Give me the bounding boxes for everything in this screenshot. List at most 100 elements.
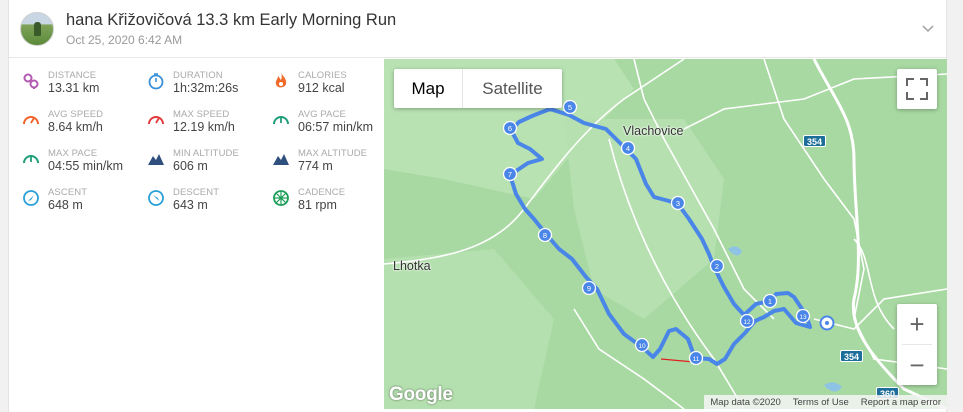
route-marker-label: 3 — [676, 199, 680, 208]
route-marker-label: 13 — [799, 314, 807, 321]
stat-avg-speed: AVG SPEED 8.64 km/h — [22, 109, 142, 145]
descent-compass-icon — [148, 190, 164, 206]
route-marker[interactable]: 8 — [537, 227, 553, 243]
mountain-icon — [148, 154, 164, 165]
fullscreen-button[interactable] — [897, 69, 937, 109]
stats-panel: DISTANCE 13.31 km DURATION 1h:32m:26s CALORI… — [9, 59, 384, 412]
speedometer-icon — [148, 116, 164, 125]
fullscreen-icon — [906, 78, 928, 100]
zoom-in-button[interactable]: + — [897, 304, 937, 344]
route-marker[interactable]: 10 — [634, 337, 650, 353]
flame-icon — [275, 73, 287, 88]
route-marker[interactable]: 2 — [709, 258, 725, 274]
stat-value: 04:55 min/km — [48, 159, 124, 173]
pace-gauge-icon — [23, 155, 39, 164]
mountain-icon — [273, 154, 289, 165]
activity-title: hana Křižovičová 13.3 km Early Morning R… — [66, 11, 396, 30]
activity-name: 13.3 km Early Morning Run — [196, 11, 397, 29]
stat-label: MAX ALTITUDE — [298, 148, 368, 159]
place-label: Vlachovice — [623, 124, 684, 138]
pace-gauge-icon — [273, 116, 289, 125]
cadence-wheel-icon — [273, 190, 289, 206]
route-marker[interactable]: 4 — [620, 140, 636, 156]
route-marker-label: 5 — [568, 103, 572, 112]
stat-value: 06:57 min/km — [298, 120, 374, 134]
route-marker-label: 4 — [626, 144, 630, 153]
stat-value: 12.19 km/h — [173, 120, 235, 134]
stat-label: CALORIES — [298, 70, 347, 81]
route-marker[interactable]: 11 — [688, 350, 704, 366]
route-marker-label: 10 — [638, 343, 646, 350]
distance-icon — [23, 73, 39, 89]
zoom-control: + − — [897, 304, 937, 385]
avatar-figure — [34, 22, 41, 36]
road-number: 354 — [840, 350, 864, 362]
stat-max-pace: MAX PACE 04:55 min/km — [22, 148, 142, 184]
map-attribution: Map data ©2020 Terms of Use Report a map… — [704, 395, 947, 409]
route-marker[interactable]: 12 — [739, 313, 755, 329]
route-marker[interactable]: 6 — [502, 120, 518, 136]
stat-label: CADENCE — [298, 187, 346, 198]
speedometer-icon — [23, 116, 39, 125]
route-marker[interactable]: 7 — [502, 166, 518, 182]
route-marker-label: 9 — [587, 284, 591, 293]
stat-value: 643 m — [173, 198, 208, 212]
stat-value: 1h:32m:26s — [173, 81, 239, 95]
athlete-name[interactable]: hana Křižovičová — [66, 11, 192, 29]
map-type-switch: Map Satellite — [394, 69, 562, 108]
stat-value: 774 m — [298, 159, 333, 173]
stat-label: AVG PACE — [298, 109, 346, 120]
ascent-compass-icon — [23, 190, 39, 206]
stat-duration: DURATION 1h:32m:26s — [147, 70, 267, 106]
stat-label: MIN ALTITUDE — [173, 148, 239, 159]
stat-label: DURATION — [173, 70, 223, 81]
map-data-label: Map data ©2020 — [710, 396, 781, 408]
stat-value: 8.64 km/h — [48, 120, 103, 134]
route-marker-label: 1 — [768, 297, 772, 306]
route-marker[interactable]: 1 — [762, 293, 778, 309]
place-label: Lhotka — [393, 259, 431, 273]
stat-value: 606 m — [173, 159, 208, 173]
route-marker[interactable]: 13 — [795, 308, 811, 324]
stat-avg-pace: AVG PACE 06:57 min/km — [272, 109, 392, 145]
activity-date: Oct 25, 2020 6:42 AM — [66, 33, 183, 47]
chevron-down-icon[interactable] — [920, 20, 936, 36]
activity-header[interactable]: hana Křižovičová 13.3 km Early Morning R… — [9, 0, 948, 58]
stat-descent: DESCENT 643 m — [147, 187, 267, 223]
activity-card: hana Křižovičová 13.3 km Early Morning R… — [8, 0, 948, 412]
terms-link[interactable]: Terms of Use — [787, 397, 855, 408]
stat-max-altitude: MAX ALTITUDE 774 m — [272, 148, 392, 184]
stat-label: ASCENT — [48, 187, 88, 198]
stat-ascent: ASCENT 648 m — [22, 187, 142, 223]
stat-label: DISTANCE — [48, 70, 97, 81]
stat-value: 912 kcal — [298, 81, 345, 95]
route-marker[interactable]: 3 — [670, 195, 686, 211]
stat-label: MAX SPEED — [173, 109, 230, 120]
report-error-link[interactable]: Report a map error — [855, 397, 947, 408]
stopwatch-icon — [148, 73, 164, 90]
route-marker-label: 6 — [508, 124, 512, 133]
athlete-avatar[interactable] — [20, 12, 54, 46]
stat-value: 81 rpm — [298, 198, 337, 212]
tab-map[interactable]: Map — [394, 69, 463, 108]
route-marker-label: 7 — [508, 170, 512, 179]
stat-value: 648 m — [48, 198, 83, 212]
route-marker[interactable]: 5 — [562, 99, 578, 115]
zoom-out-button[interactable]: − — [897, 345, 937, 385]
route-marker-label: 11 — [693, 356, 700, 363]
route-marker[interactable]: 9 — [581, 280, 597, 296]
stat-calories: CALORIES 912 kcal — [272, 70, 392, 106]
stat-distance: DISTANCE 13.31 km — [22, 70, 142, 106]
google-logo[interactable]: Google — [389, 384, 453, 406]
road-number: 354 — [803, 135, 827, 147]
tab-satellite[interactable]: Satellite — [463, 69, 562, 108]
finish-pin-icon[interactable] — [819, 315, 835, 331]
route-marker-label: 8 — [543, 231, 547, 240]
stat-label: MAX PACE — [48, 148, 98, 159]
stat-min-altitude: MIN ALTITUDE 606 m — [147, 148, 267, 184]
stat-cadence: CADENCE 81 rpm — [272, 187, 392, 223]
route-map[interactable]: 1 2 3 4 5 6 7 8 9 10 11 12 13 Vlachovice Lhotka 354 … — [384, 59, 947, 409]
route-marker-label: 2 — [715, 262, 719, 271]
stat-value: 13.31 km — [48, 81, 100, 95]
stat-label: AVG SPEED — [48, 109, 104, 120]
